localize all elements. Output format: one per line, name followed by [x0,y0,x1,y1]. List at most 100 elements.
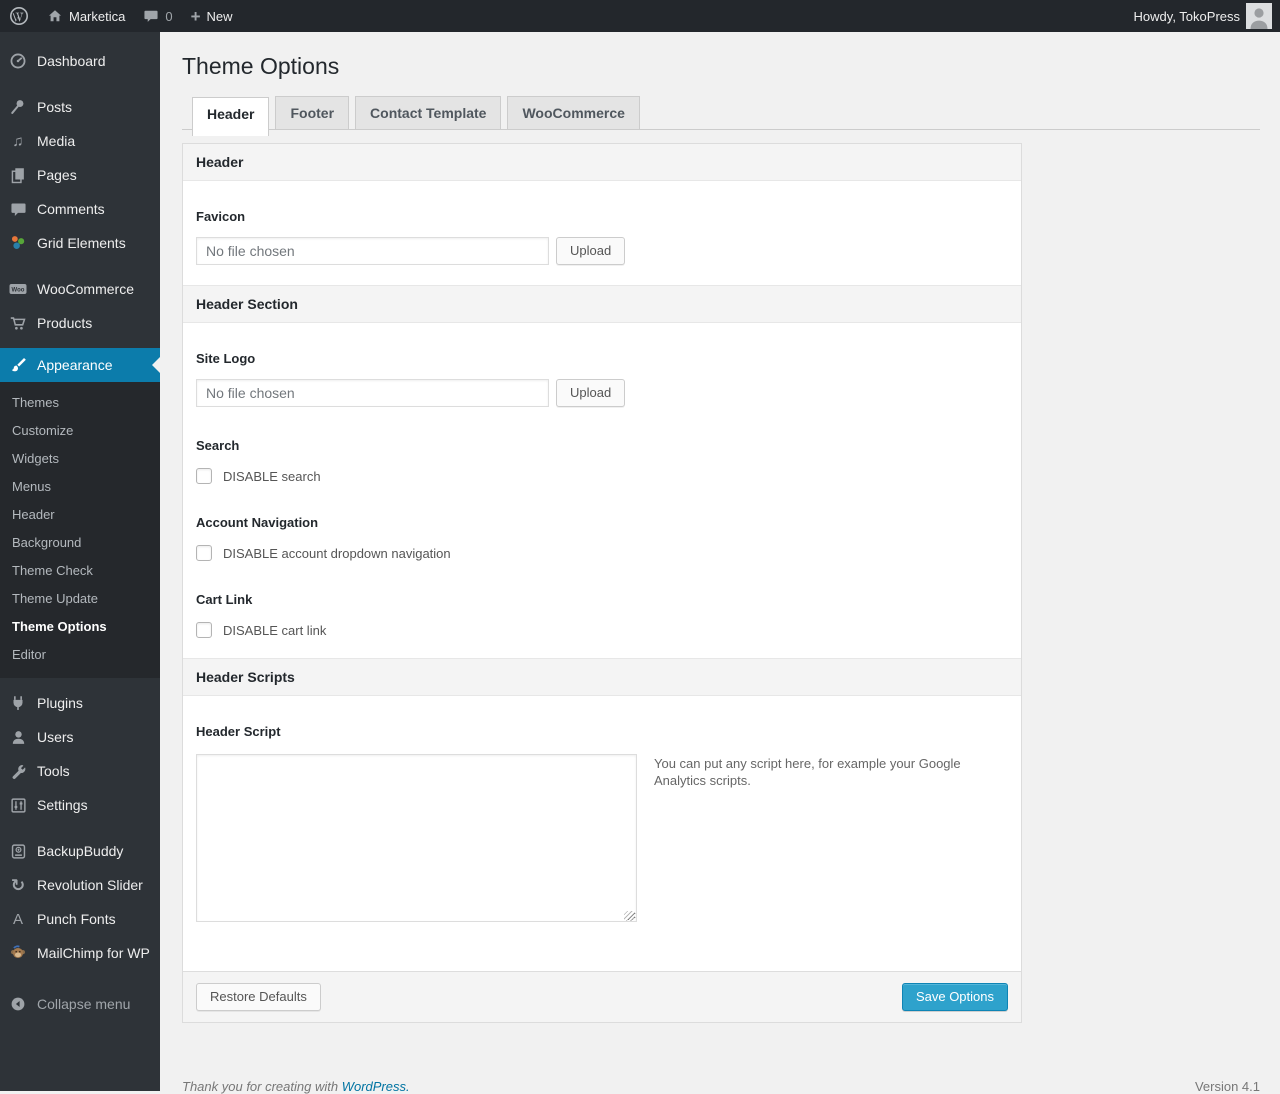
pin-icon [8,97,28,117]
user-icon [8,727,28,747]
disable-search-checkbox[interactable] [196,468,212,484]
section-header-title: Header [183,144,1021,181]
comments-shortcut[interactable]: 0 [134,0,181,32]
sidebar-item-woocommerce[interactable]: Woo WooCommerce [0,272,160,306]
header-script-label: Header Script [196,724,281,739]
avatar [1246,3,1272,29]
submenu-item-customize[interactable]: Customize [0,417,160,445]
section-header-section-title: Header Section [183,285,1021,323]
sidebar-item-products[interactable]: Products [0,306,160,340]
footer-version: Version 4.1 [1194,1079,1260,1094]
site-link[interactable]: Marketica [38,0,134,32]
howdy-text: Howdy, TokoPress [1133,8,1240,24]
wordpress-menu-button[interactable] [0,0,38,32]
sidebar-item-users[interactable]: Users [0,720,160,754]
site-logo-upload-button[interactable]: Upload [556,379,626,407]
site-logo-file-input[interactable] [196,379,549,407]
sidebar-item-settings[interactable]: Settings [0,788,160,822]
dashboard-icon [8,51,28,71]
theme-options-panel: Header Favicon Upload Header Section Sit… [182,143,1022,1023]
restore-defaults-button[interactable]: Restore Defaults [196,983,321,1011]
letter-a-icon: A [12,910,23,928]
new-content-button[interactable]: + New [182,0,242,32]
sidebar-item-appearance[interactable]: Appearance [0,348,160,382]
media-icon: ♫ [12,132,24,150]
search-field: Search DISABLE search [196,438,1008,484]
disable-cart-link-checkbox[interactable] [196,622,212,638]
appearance-submenu: Themes Customize Widgets Menus Header Ba… [0,382,160,678]
sidebar-item-grid-elements[interactable]: Grid Elements [0,226,160,260]
tab-footer[interactable]: Footer [275,96,350,129]
settings-sliders-icon [8,795,28,815]
favicon-file-input[interactable] [196,237,549,265]
header-script-field: Header Script You can put any script her… [196,724,1008,927]
page-title: Theme Options [182,53,340,79]
sidebar-item-tools[interactable]: Tools [0,754,160,788]
sidebar-item-dashboard[interactable]: Dashboard [0,44,160,78]
main-content: Theme Options Header Footer Contact Temp… [160,32,1280,1094]
submenu-item-themes[interactable]: Themes [0,389,160,417]
admin-sidebar: Dashboard Posts ♫ Media Pages Comments G… [0,32,160,1091]
tab-header[interactable]: Header [192,97,270,136]
tab-contact-template[interactable]: Contact Template [355,96,502,129]
submenu-item-widgets[interactable]: Widgets [0,445,160,473]
new-label: New [206,8,233,24]
site-name: Marketica [69,8,126,24]
sidebar-item-mailchimp[interactable]: MailChimp for WP [0,936,160,970]
section-header-scripts-title: Header Scripts [183,658,1021,696]
search-label: Search [196,438,240,453]
disable-account-nav-checkbox[interactable] [196,545,212,561]
grid-elements-icon [8,233,28,253]
panel-footer: Restore Defaults Save Options [183,971,1021,1022]
wrench-icon [8,761,28,781]
site-logo-label: Site Logo [196,351,256,366]
tab-woocommerce[interactable]: WooCommerce [507,96,640,129]
paintbrush-icon [8,355,28,375]
header-script-textarea[interactable] [196,754,637,922]
save-options-button[interactable]: Save Options [901,983,1008,1011]
cart-link-field: Cart Link DISABLE cart link [196,592,1008,638]
submenu-item-menus[interactable]: Menus [0,473,160,501]
site-logo-field: Site Logo Upload [196,351,1008,407]
submenu-item-editor[interactable]: Editor [0,641,160,669]
plus-icon: + [190,6,201,26]
comment-count: 0 [165,8,173,24]
comments-icon [8,199,28,219]
sidebar-item-plugins[interactable]: Plugins [0,686,160,720]
sidebar-item-pages[interactable]: Pages [0,158,160,192]
tab-bar: Header Footer Contact Template WooCommer… [182,96,1260,136]
sidebar-item-posts[interactable]: Posts [0,90,160,124]
sidebar-item-backupbuddy[interactable]: BackupBuddy [0,834,160,868]
favicon-field: Favicon Upload [196,209,1008,265]
svg-text:Woo: Woo [12,288,25,294]
page-footer: Thank you for creating with WordPress. V… [182,1023,1260,1094]
submenu-item-header[interactable]: Header [0,501,160,529]
sidebar-item-comments[interactable]: Comments [0,192,160,226]
sidebar-item-revolution-slider[interactable]: ↻ Revolution Slider [0,868,160,902]
refresh-arrows-icon: ↻ [10,875,26,895]
collapse-arrow-icon [8,994,28,1014]
comment-bubble-icon [143,8,159,24]
wordpress-link[interactable]: WordPress. [342,1079,410,1094]
wordpress-logo-icon [9,6,29,26]
account-navigation-label: Account Navigation [196,515,319,530]
sidebar-item-punch-fonts[interactable]: A Punch Fonts [0,902,160,936]
sidebar-item-media[interactable]: ♫ Media [0,124,160,158]
home-icon [47,8,63,24]
backup-drive-icon [8,841,28,861]
footer-thanks-text: Thank you for creating with WordPress. [182,1079,410,1094]
monkey-icon [8,943,28,963]
submenu-item-theme-update[interactable]: Theme Update [0,585,160,613]
submenu-item-background[interactable]: Background [0,529,160,557]
collapse-menu-button[interactable]: Collapse menu [0,987,160,1021]
cart-icon [8,313,28,333]
disable-account-nav-label: DISABLE account dropdown navigation [223,545,451,561]
submenu-item-theme-options[interactable]: Theme Options [0,613,160,641]
submenu-item-theme-check[interactable]: Theme Check [0,557,160,585]
header-script-hint: You can put any script here, for example… [654,756,961,788]
account-navigation-field: Account Navigation DISABLE account dropd… [196,515,1008,561]
woocommerce-icon: Woo [8,279,28,299]
favicon-upload-button[interactable]: Upload [556,237,626,265]
disable-search-label: DISABLE search [223,468,321,484]
account-menu[interactable]: Howdy, TokoPress [1125,0,1275,32]
